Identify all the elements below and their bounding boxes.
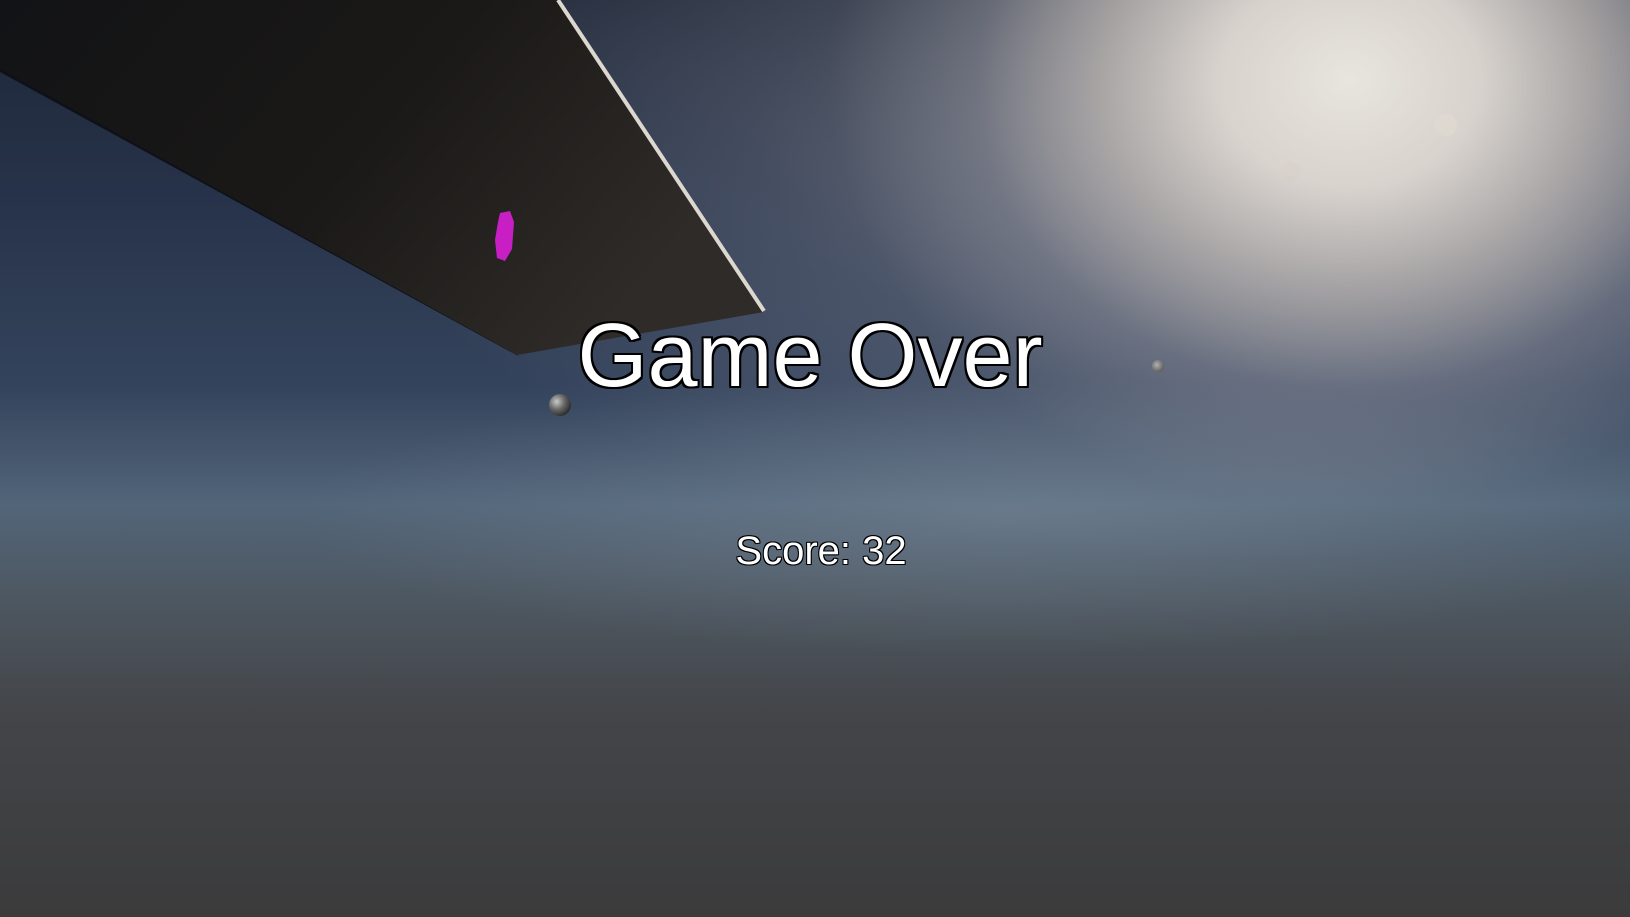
game-scene: Game Over Score: 32 <box>0 0 1630 917</box>
game-over-title: Game Over <box>577 306 1043 406</box>
score-label: Score: 32 <box>735 529 907 573</box>
sphere-obstacle <box>1280 162 1300 182</box>
platform-surface <box>0 0 764 355</box>
sphere-obstacle <box>1435 114 1457 136</box>
platform <box>0 0 766 357</box>
world-objects <box>0 0 1457 416</box>
